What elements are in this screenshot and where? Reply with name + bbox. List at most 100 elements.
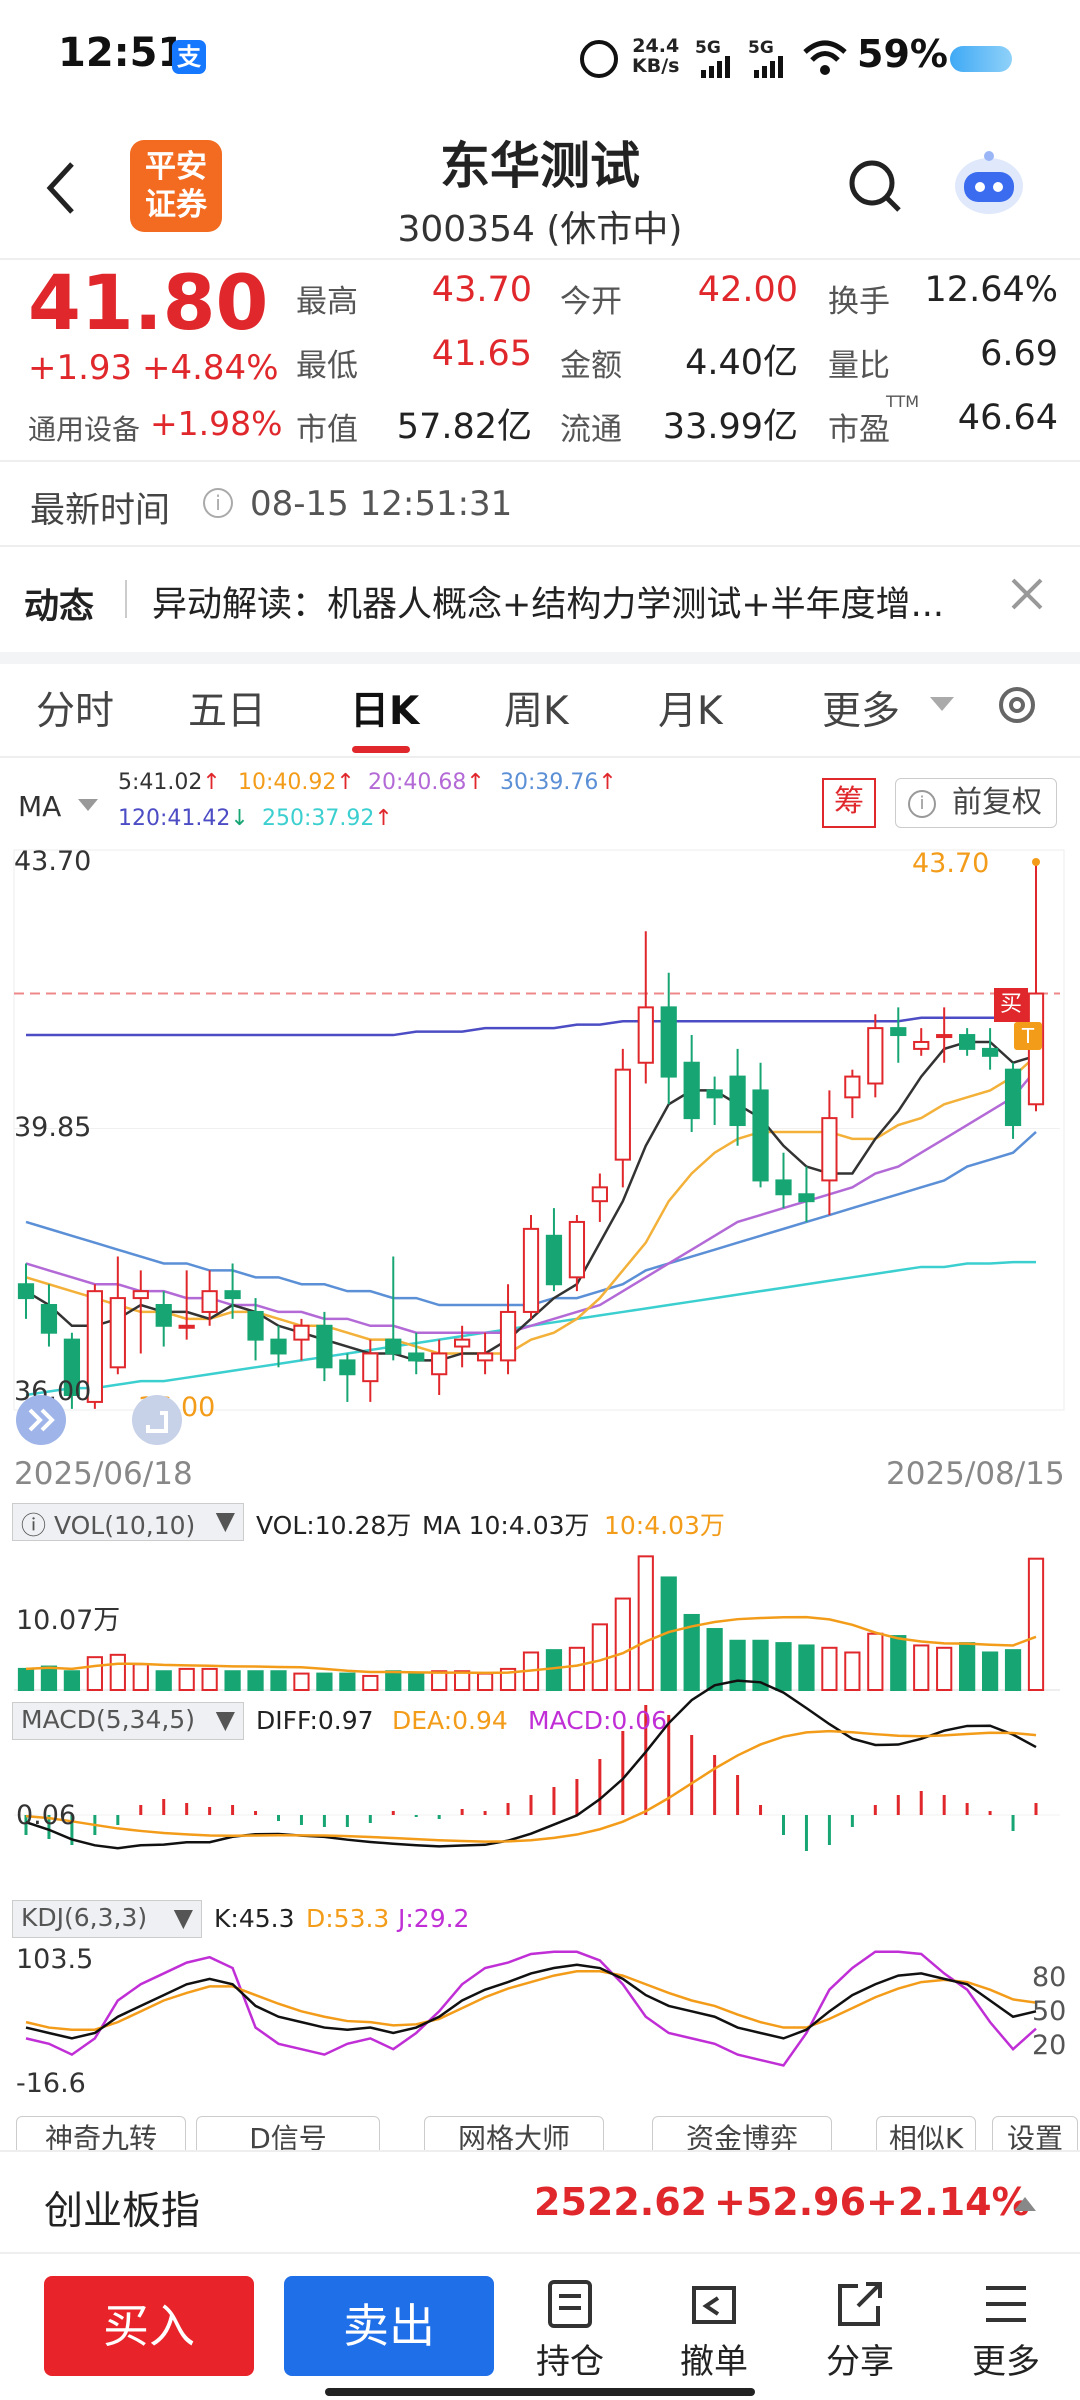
ma-item: 120:41.42↓ bbox=[118, 806, 249, 831]
divider bbox=[0, 756, 1080, 758]
kdj_k-line bbox=[25, 1963, 1037, 2040]
candle bbox=[499, 1310, 517, 1362]
battery-text: 59% bbox=[857, 32, 948, 76]
alipay-icon: 支 bbox=[172, 40, 206, 74]
volume-bar bbox=[63, 1670, 81, 1692]
expand-up-icon[interactable] bbox=[1014, 2196, 1036, 2211]
close-icon[interactable] bbox=[1007, 574, 1047, 614]
candle bbox=[959, 1034, 976, 1050]
settings-gear-icon[interactable] bbox=[994, 682, 1040, 728]
signal-2-icon bbox=[748, 56, 788, 78]
quote-label: 市盈 bbox=[828, 412, 890, 448]
stock-code-state: 300354 (休市中) bbox=[397, 209, 683, 250]
index-value: 2522.62 bbox=[534, 2180, 708, 2224]
quote-value: 46.64 bbox=[957, 398, 1058, 438]
ma-item-value: 250:37.92 bbox=[262, 806, 375, 831]
dropdown-icon[interactable] bbox=[930, 697, 954, 713]
tab-3[interactable]: 周K bbox=[504, 680, 569, 736]
index-bar[interactable]: 创业板指 2522.62 +52.96 +2.14% bbox=[0, 2150, 1080, 2256]
candle bbox=[936, 1034, 953, 1039]
dropdown-icon: ▼ bbox=[173, 1903, 193, 1932]
candle bbox=[637, 1006, 654, 1064]
menu-icon bbox=[986, 2286, 1026, 2322]
volume-bar bbox=[247, 1670, 264, 1692]
bottom-action-bar: 买入 卖出 持仓 撤单 分享 更多 bbox=[0, 2252, 1080, 2400]
holdings-button[interactable]: 持仓 bbox=[520, 2278, 620, 2388]
volume-bar bbox=[568, 1646, 586, 1691]
price-axis-high: 43.70 bbox=[14, 846, 92, 877]
buy-button[interactable]: 买入 bbox=[44, 2276, 254, 2376]
news-tag: 动态 bbox=[24, 587, 95, 627]
t-marker[interactable]: T bbox=[1014, 1022, 1042, 1050]
vol-selector[interactable]: ⓘ VOL(10,10) ▼ bbox=[12, 1503, 244, 1541]
fullscreen-icon[interactable] bbox=[132, 1395, 182, 1445]
ma-item-arrow: ↓ bbox=[230, 806, 249, 831]
quote-label: 最低 bbox=[296, 348, 358, 384]
macd-diff: DIFF:0.97 bbox=[256, 1706, 374, 1735]
tab-0[interactable]: 分时 bbox=[36, 680, 114, 736]
battery-icon bbox=[950, 46, 1012, 72]
ma-item-value: 10:40.92 bbox=[238, 770, 337, 795]
share-label: 分享 bbox=[826, 2342, 894, 2382]
quote-label: 今开 bbox=[560, 284, 622, 320]
robot-assistant-icon[interactable] bbox=[950, 148, 1028, 218]
candle bbox=[522, 1227, 540, 1313]
volume-bar bbox=[408, 1672, 425, 1691]
more-button[interactable]: 更多 bbox=[956, 2278, 1056, 2388]
chip-distribution-button[interactable]: 筹 bbox=[822, 778, 876, 828]
tab-1[interactable]: 五日 bbox=[188, 680, 266, 736]
candle bbox=[224, 1290, 241, 1300]
kdj-j: J:29.2 bbox=[398, 1904, 470, 1933]
ma-item: 5:41.02↑ bbox=[118, 770, 221, 795]
sector-pct: +1.98% bbox=[150, 404, 283, 443]
update-label: 最新时间 bbox=[30, 491, 171, 531]
share-button[interactable]: 分享 bbox=[810, 2278, 910, 2388]
kline-chart[interactable] bbox=[0, 840, 1080, 2160]
stock-name: 东华测试 bbox=[440, 137, 640, 195]
buy-marker[interactable]: 买 bbox=[994, 988, 1028, 1022]
candle bbox=[821, 1117, 838, 1182]
alarm-icon bbox=[580, 40, 618, 78]
volume-bar bbox=[40, 1665, 58, 1691]
volume-bar bbox=[798, 1644, 815, 1692]
tab-4[interactable]: 月K bbox=[658, 680, 723, 736]
net-speed: 24.4 KB/s bbox=[632, 35, 680, 77]
tab-2[interactable]: 日K bbox=[350, 680, 419, 736]
signal-1-icon bbox=[695, 56, 735, 78]
candle bbox=[683, 1061, 700, 1120]
info-icon[interactable]: i bbox=[203, 488, 233, 518]
expand-icon[interactable] bbox=[16, 1395, 66, 1445]
sell-button[interactable]: 卖出 bbox=[284, 2276, 494, 2376]
cancel-order-button[interactable]: 撤单 bbox=[664, 2278, 764, 2388]
volume-bar bbox=[339, 1672, 356, 1691]
search-icon[interactable] bbox=[845, 156, 905, 216]
quote-value: 4.40亿 bbox=[685, 343, 798, 383]
candle bbox=[201, 1290, 218, 1313]
vol-ma-value: MA 10:4.03万 bbox=[422, 1511, 590, 1540]
macd-selector[interactable]: MACD(5,34,5) ▼ bbox=[12, 1702, 244, 1740]
news-text[interactable]: 异动解读：机器人概念+结构力学测试+半年度增... bbox=[152, 576, 1007, 627]
divider bbox=[0, 545, 1080, 547]
ma-item: 250:37.92↑ bbox=[262, 806, 393, 831]
kdj-level-50: 50 bbox=[1032, 1996, 1067, 2027]
signal-2-label: 5G bbox=[748, 38, 774, 58]
kdj-selector[interactable]: KDJ(6,3,3) ▼ bbox=[12, 1900, 202, 1938]
quote-label: 最高 bbox=[296, 284, 358, 320]
volume-bar bbox=[109, 1653, 126, 1691]
price-axis-mid: 39.85 bbox=[14, 1112, 92, 1143]
kdj-axis-bottom: -16.6 bbox=[16, 2068, 86, 2099]
ma-dropdown-icon[interactable] bbox=[78, 798, 98, 812]
volume-bar bbox=[959, 1642, 976, 1692]
back-icon[interactable] bbox=[42, 158, 82, 218]
signal-1-label: 5G bbox=[695, 38, 721, 58]
kdj-d: D:53.3 bbox=[306, 1904, 390, 1933]
macd-dea-line bbox=[25, 1729, 1037, 1843]
candle bbox=[775, 1179, 792, 1196]
volume-bar bbox=[270, 1670, 287, 1692]
vol-value: VOL:10.28万 bbox=[256, 1511, 412, 1540]
tab-5[interactable]: 更多 bbox=[822, 680, 900, 736]
ma-selector[interactable]: MA bbox=[18, 790, 61, 823]
status-bar: 12:51 支 24.4 KB/s 5G 5G 59% bbox=[0, 0, 1080, 118]
cancel-order-icon bbox=[692, 2286, 736, 2324]
wifi-icon bbox=[802, 38, 848, 78]
